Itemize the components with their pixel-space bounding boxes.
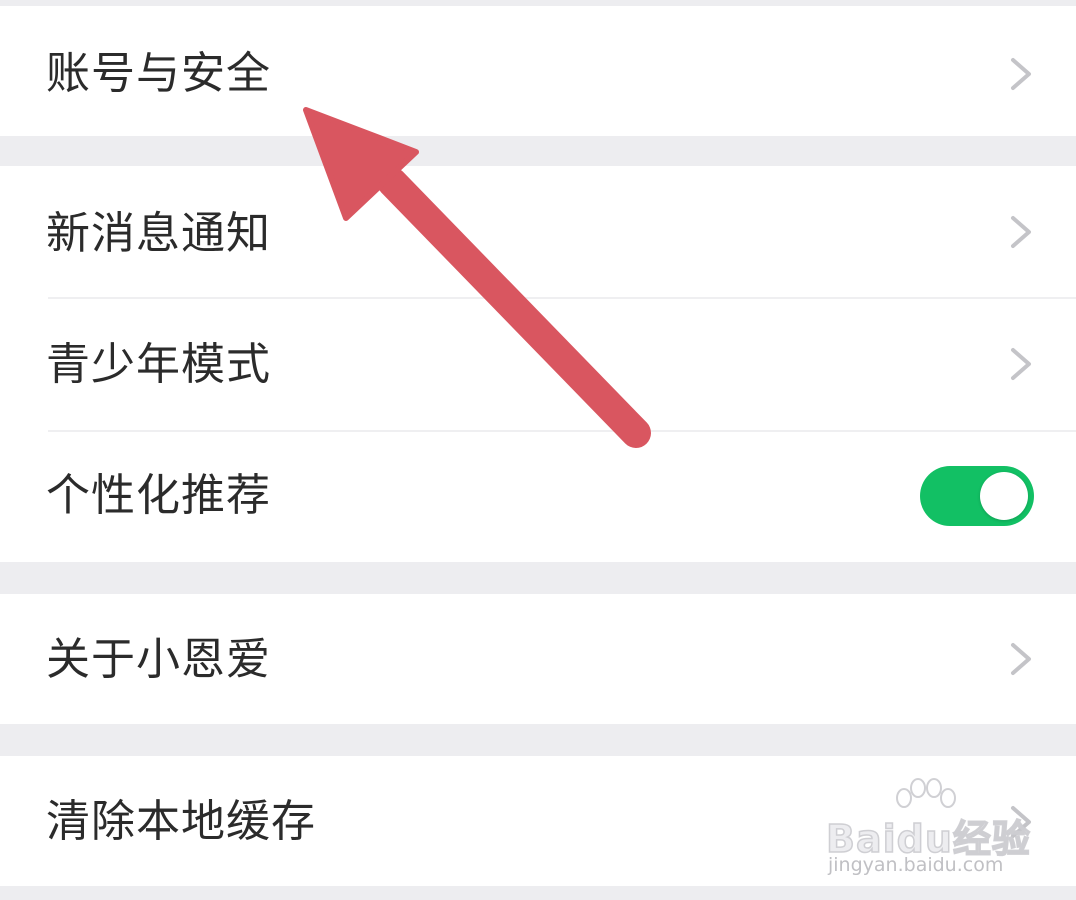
settings-item-about[interactable]: 关于小恩爱 <box>0 594 1076 724</box>
settings-item-label: 青少年模式 <box>46 339 271 390</box>
settings-item-label: 个性化推荐 <box>46 470 271 521</box>
chevron-right-icon <box>1011 806 1031 838</box>
chevron-right-icon <box>1011 216 1031 248</box>
settings-screen: 账号与安全 新消息通知 青少年模式 个性化推荐 关于小恩爱 清除本地缓存 Bai… <box>0 0 1076 900</box>
settings-item-new-message-notify[interactable]: 新消息通知 <box>0 166 1076 298</box>
chevron-right-icon <box>1011 58 1031 90</box>
toggle-knob <box>980 472 1028 520</box>
chevron-right-icon <box>1011 348 1031 380</box>
settings-group-account: 账号与安全 <box>0 6 1076 136</box>
settings-item-clear-cache[interactable]: 清除本地缓存 <box>0 756 1076 886</box>
settings-item-label: 账号与安全 <box>46 48 271 99</box>
settings-group-general: 新消息通知 青少年模式 个性化推荐 <box>0 166 1076 562</box>
settings-item-label: 新消息通知 <box>46 208 271 259</box>
settings-item-personalized-recommend: 个性化推荐 <box>0 432 1076 562</box>
settings-item-label: 关于小恩爱 <box>46 634 271 685</box>
chevron-right-icon <box>1011 643 1031 675</box>
settings-item-account-security[interactable]: 账号与安全 <box>0 6 1076 136</box>
settings-group-cache: 清除本地缓存 <box>0 756 1076 886</box>
settings-item-teen-mode[interactable]: 青少年模式 <box>0 299 1076 430</box>
settings-group-about: 关于小恩爱 <box>0 594 1076 724</box>
personalized-recommend-toggle[interactable] <box>920 466 1034 526</box>
settings-item-label: 清除本地缓存 <box>46 796 316 847</box>
